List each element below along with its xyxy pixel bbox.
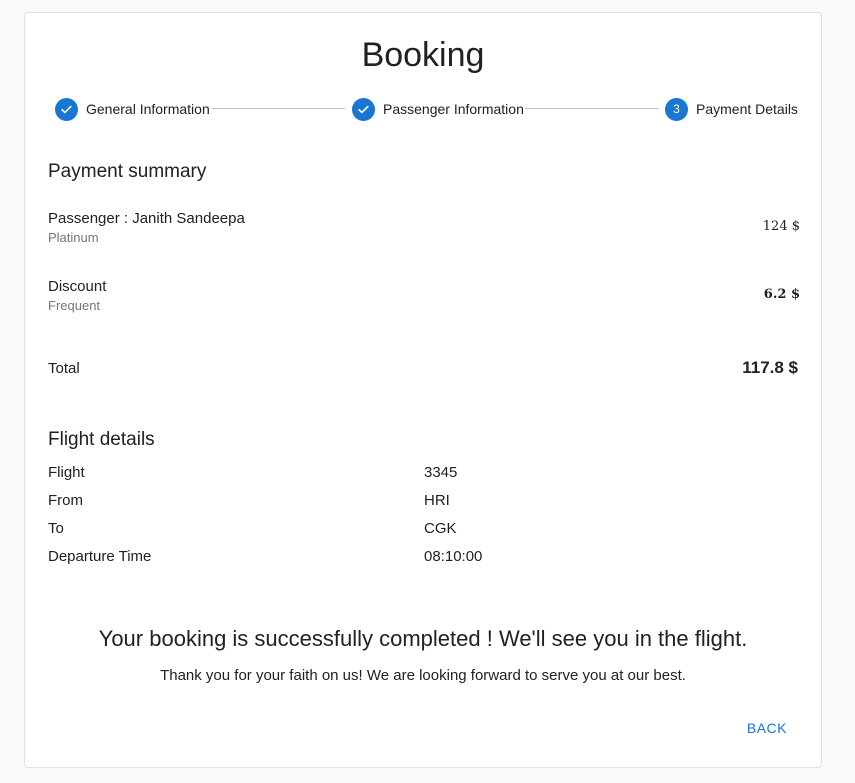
booking-card: Booking General Information Passenger In… — [24, 12, 822, 768]
flight-key: Flight — [48, 464, 85, 481]
flight-row: To CGK — [48, 519, 800, 547]
step-number-badge: 3 — [665, 97, 688, 121]
passenger-row: Passenger : Janith Sandeepa Platinum 124… — [48, 209, 800, 247]
step-label: General Information — [86, 101, 210, 117]
flight-value: 3345 — [424, 464, 458, 481]
flight-value: 08:10:00 — [424, 548, 483, 565]
discount-amount: 6.2 $ — [763, 287, 800, 302]
flight-value: HRI — [424, 492, 450, 509]
thanks-message: Thank you for your faith on us! We are l… — [160, 667, 686, 684]
payment-summary-heading: Payment summary — [48, 161, 207, 182]
passenger-name: Passenger : Janith Sandeepa — [48, 210, 245, 227]
discount-row: Discount Frequent 6.2 $ — [48, 277, 800, 315]
flight-value: CGK — [424, 520, 457, 537]
check-icon — [352, 97, 375, 121]
step-label: Payment Details — [696, 101, 798, 117]
flight-key: To — [48, 520, 64, 537]
step-connector — [525, 108, 659, 109]
flight-key: From — [48, 492, 83, 509]
flight-row: Flight 3345 — [48, 463, 800, 491]
discount-type: Frequent — [48, 298, 101, 313]
flight-details-heading: Flight details — [48, 429, 155, 450]
flight-row: From HRI — [48, 491, 800, 519]
total-label: Total — [48, 360, 80, 377]
booking-stepper: General Information Passenger Informatio… — [55, 97, 798, 121]
passenger-amount: 124 $ — [762, 219, 800, 234]
flight-row: Departure Time 08:10:00 — [48, 547, 800, 575]
step-label: Passenger Information — [383, 101, 524, 117]
step-payment-details[interactable]: 3 Payment Details — [665, 97, 798, 121]
step-general-information[interactable]: General Information — [55, 97, 210, 121]
step-connector — [212, 108, 345, 109]
flight-key: Departure Time — [48, 548, 152, 565]
back-button[interactable]: BACK — [735, 713, 799, 743]
total-amount: 117.8 $ — [742, 358, 798, 377]
passenger-tier: Platinum — [48, 230, 99, 245]
success-message: Your booking is successfully completed !… — [98, 626, 748, 651]
flight-details-table: Flight 3345 From HRI To CGK Departure Ti… — [48, 463, 800, 575]
check-icon — [55, 97, 78, 121]
discount-label: Discount — [48, 278, 107, 295]
page-title: Booking — [361, 36, 485, 74]
step-passenger-information[interactable]: Passenger Information — [352, 97, 524, 121]
